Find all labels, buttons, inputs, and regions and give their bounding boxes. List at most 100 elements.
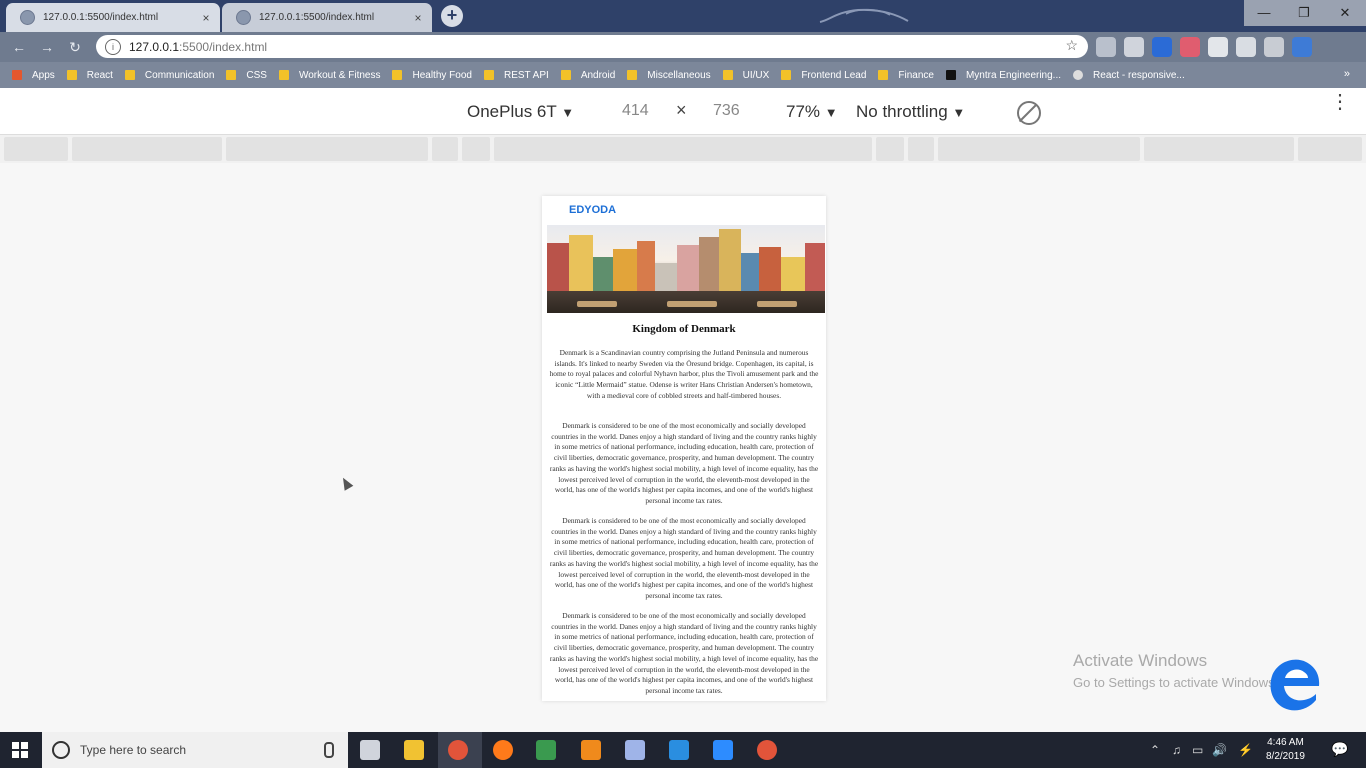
rotate-icon[interactable] <box>1017 101 1041 125</box>
device-select[interactable]: OnePlus 6T ▼ <box>467 102 574 122</box>
building <box>719 229 741 291</box>
system-tray-icon[interactable]: 🔊 <box>1212 743 1227 757</box>
reload-button[interactable]: ↻ <box>66 38 84 56</box>
brand-logo[interactable]: EDYODA <box>569 204 616 216</box>
system-tray-icon[interactable]: ♫ <box>1172 743 1181 757</box>
url-path: :5500/index.html <box>179 39 268 54</box>
close-tab-icon[interactable]: × <box>198 11 214 25</box>
media-query-segment[interactable] <box>4 137 68 161</box>
extension-toolbar <box>1096 37 1312 57</box>
page-heading: Kingdom of Denmark <box>632 323 736 335</box>
clock-date: 8/2/2019 <box>1266 751 1305 762</box>
watermark-title: Activate Windows <box>1073 651 1208 670</box>
bookmark-item[interactable]: UI/UX <box>722 70 769 81</box>
extension-icon[interactable] <box>1208 37 1228 57</box>
media-query-segment[interactable] <box>494 137 872 161</box>
system-tray-icon[interactable]: ⌃ <box>1150 743 1160 757</box>
chrome-icon[interactable] <box>448 740 468 760</box>
dropdown-arrow-icon: ▼ <box>824 105 838 120</box>
bookmark-label: Healthy Food <box>412 69 472 81</box>
bookmark-item[interactable]: React - responsive... <box>1073 70 1185 81</box>
maximize-button[interactable]: ❐ <box>1284 0 1324 26</box>
chrome-alt-icon[interactable] <box>757 740 777 760</box>
bookmark-item[interactable]: Android <box>560 70 615 81</box>
bookmark-item[interactable]: Myntra Engineering... <box>945 69 1062 81</box>
bookmark-label: Myntra Engineering... <box>965 69 1062 81</box>
bookmark-item[interactable]: React <box>66 70 113 81</box>
dimension-separator: × <box>676 100 687 120</box>
boat <box>757 301 797 307</box>
media-query-segment[interactable] <box>72 137 222 161</box>
firefox-icon[interactable] <box>493 740 513 760</box>
zoom-select[interactable]: 77% ▼ <box>786 102 838 122</box>
extension-icon[interactable] <box>1124 37 1144 57</box>
dropdown-arrow-icon: ▼ <box>952 105 966 120</box>
media-query-segment[interactable] <box>432 137 458 161</box>
system-tray-icon[interactable]: ▭ <box>1192 743 1203 757</box>
bookmark-item[interactable]: Workout & Fitness <box>278 70 380 81</box>
vscode-icon[interactable] <box>669 740 689 760</box>
media-query-segment[interactable] <box>226 137 428 161</box>
bookmark-item[interactable]: Healthy Food <box>392 69 472 81</box>
clock-time: 4:46 AM <box>1267 737 1304 748</box>
more-bookmarks-icon[interactable]: » <box>1344 68 1350 80</box>
bookmark-label: Apps <box>32 69 55 81</box>
extension-icon[interactable] <box>1152 37 1172 57</box>
bookmark-item[interactable]: Finance <box>878 70 934 81</box>
extension-icon[interactable] <box>1264 37 1284 57</box>
nyhavn-hero-image <box>547 225 825 313</box>
bookmark-item[interactable]: REST API <box>483 70 549 81</box>
network-tool-icon[interactable] <box>625 740 645 760</box>
vlc-icon[interactable] <box>581 740 601 760</box>
bookmark-label: Finance <box>898 69 934 81</box>
bookmark-item[interactable]: Frontend Lead <box>781 70 866 81</box>
throttling-select[interactable]: No throttling ▼ <box>856 102 965 122</box>
viewport-height-input[interactable]: 736 <box>713 102 740 120</box>
emulated-device-viewport[interactable]: EDYODA Kingdom of Denmark Denmark is a S… <box>542 196 826 701</box>
bookmark-item[interactable]: CSS <box>226 70 267 81</box>
media-query-segment[interactable] <box>1298 137 1362 161</box>
media-query-segment[interactable] <box>876 137 904 161</box>
bookmark-item[interactable]: Apps <box>12 70 55 81</box>
more-options-icon[interactable]: ⋮ <box>1330 92 1350 112</box>
taskbar-clock[interactable]: 4:46 AM 8/2/2019 <box>1266 736 1305 764</box>
media-query-segment[interactable] <box>938 137 1140 161</box>
folder-icon <box>878 70 889 80</box>
task-view-icon[interactable] <box>360 740 380 760</box>
extension-icon[interactable] <box>1292 37 1312 57</box>
media-query-segment[interactable] <box>908 137 934 161</box>
media-query-segment[interactable] <box>1144 137 1294 161</box>
windows-start-icon[interactable] <box>12 742 28 758</box>
back-button[interactable]: ← <box>10 38 28 56</box>
browser-tab[interactable]: 127.0.0.1:5500/index.html × <box>222 3 432 32</box>
file-explorer-icon[interactable] <box>404 740 424 760</box>
browser-tab-active[interactable]: 127.0.0.1:5500/index.html × <box>6 3 220 32</box>
extension-icon[interactable] <box>1096 37 1116 57</box>
bookmark-label: Miscellaneous <box>647 69 711 81</box>
taskbar-search-box[interactable]: Type here to search <box>42 732 348 768</box>
microphone-icon[interactable] <box>324 742 334 758</box>
system-tray-icon[interactable]: ⚡ <box>1238 743 1253 757</box>
viewport-width-input[interactable]: 414 <box>622 102 649 120</box>
extension-icon[interactable] <box>1236 37 1256 57</box>
browser-tab-strip: 127.0.0.1:5500/index.html × 127.0.0.1:55… <box>0 0 1366 32</box>
bookmark-item[interactable]: Miscellaneous <box>627 69 711 81</box>
spreadsheet-app-icon[interactable] <box>536 740 556 760</box>
close-window-button[interactable]: ✕ <box>1324 0 1366 26</box>
site-info-icon[interactable]: i <box>105 38 121 55</box>
media-query-segment[interactable] <box>462 137 490 161</box>
minimize-button[interactable]: — <box>1244 0 1284 26</box>
building <box>805 243 825 291</box>
bookmark-star-icon[interactable]: ☆ <box>1065 37 1078 54</box>
close-tab-icon[interactable]: × <box>410 11 426 25</box>
zoom-icon[interactable] <box>713 740 733 760</box>
url-host: 127.0.0.1 <box>129 39 180 54</box>
bookmark-item[interactable]: Communication <box>124 70 214 81</box>
address-bar[interactable]: i 127.0.0.1:5500/index.html ☆ <box>96 35 1088 58</box>
new-tab-button[interactable]: + <box>441 5 463 27</box>
folder-icon <box>560 70 571 80</box>
notification-center-icon[interactable]: 💬 <box>1331 741 1348 758</box>
forward-button[interactable]: → <box>38 38 56 56</box>
extension-icon[interactable] <box>1180 37 1200 57</box>
activate-windows-watermark: Activate Windows Go to Settings to activ… <box>1073 651 1278 690</box>
